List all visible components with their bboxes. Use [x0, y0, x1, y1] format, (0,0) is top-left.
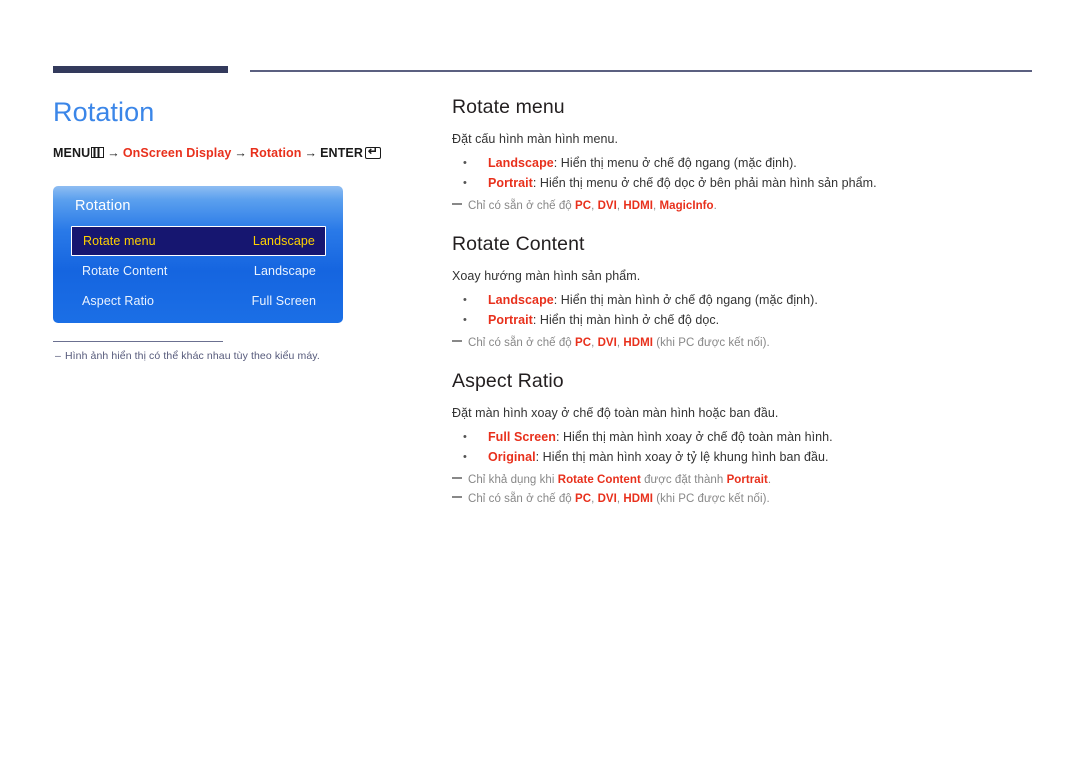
note-lead: Chỉ có sẵn ở chế độ — [468, 200, 575, 212]
section-intro: Xoay hướng màn hình sản phẩm. — [452, 269, 641, 283]
note-term: HDMI — [623, 200, 653, 212]
note-term: DVI — [597, 337, 617, 349]
breadcrumb-menu-label: MENU — [53, 146, 91, 160]
option-term: Landscape — [488, 293, 554, 307]
osd-menu-screenshot: Rotation Rotate menu Landscape Rotate Co… — [53, 186, 343, 323]
option-desc: : Hiển thị màn hình ở chế độ ngang (mặc … — [553, 293, 818, 307]
osd-row-rotate-content[interactable]: Rotate Content Landscape — [71, 256, 326, 286]
header-accent-bar — [53, 66, 228, 73]
section-intro: Đặt màn hình xoay ở chế độ toàn màn hình… — [452, 406, 779, 420]
breadcrumb-step-rotation: Rotation — [250, 146, 302, 160]
left-footnote: – Hình ảnh hiển thị có thể khác nhau tùy … — [55, 350, 385, 362]
note-term: HDMI — [623, 493, 653, 505]
section-aspect-ratio: Aspect Ratio Đặt màn hình xoay ở chế độ … — [452, 370, 1052, 509]
option-list: Full Screen: Hiển thị màn hình xoay ở ch… — [452, 427, 1052, 467]
option-list: Landscape: Hiển thị màn hình ở chế độ ng… — [452, 290, 1052, 330]
note-term: Rotate Content — [557, 474, 641, 486]
note-tail: . — [713, 200, 717, 212]
menu-bars-icon — [91, 147, 105, 158]
enter-key-icon — [365, 144, 381, 159]
breadcrumb-arrow-3: → — [304, 146, 318, 160]
option-term: Portrait — [488, 176, 533, 190]
option-item: Original: Hiển thị màn hình xoay ở tỷ lệ… — [452, 447, 1052, 467]
note-lead: Chỉ khả dụng khi — [468, 474, 558, 486]
section-rotate-content: Rotate Content Xoay hướng màn hình sản p… — [452, 233, 1052, 353]
note-term: HDMI — [623, 337, 653, 349]
section-note: Chỉ có sẵn ở chế độ PC, DVI, HDMI, Magic… — [452, 197, 1052, 216]
page-title: Rotation — [53, 97, 155, 127]
right-column: Rotate menu Đặt cấu hình màn hình menu. … — [452, 96, 1052, 511]
breadcrumb-arrow-1: → — [107, 146, 120, 160]
note-mid: được đặt thành — [640, 474, 727, 486]
section-note: Chỉ có sẵn ở chế độ PC, DVI, HDMI (khi P… — [452, 334, 1052, 353]
footnote-dash: – — [55, 350, 61, 362]
section-intro: Đặt cấu hình màn hình menu. — [452, 132, 619, 146]
option-desc: : Hiển thị menu ở chế độ ngang (mặc định… — [553, 156, 797, 170]
section-note: Chỉ có sẵn ở chế độ PC, DVI, HDMI (khi P… — [452, 490, 1052, 509]
left-footnote-text: Hình ảnh hiển thị có thể khác nhau tùy t… — [64, 350, 320, 362]
osd-row-aspect-ratio[interactable]: Aspect Ratio Full Screen — [71, 286, 326, 316]
note-term: Portrait — [726, 474, 768, 486]
option-desc: : Hiển thị màn hình xoay ở chế độ toàn m… — [555, 430, 833, 444]
note-term: MagicInfo — [659, 200, 714, 212]
option-item: Full Screen: Hiển thị màn hình xoay ở ch… — [452, 427, 1052, 447]
breadcrumb-step-onscreen-display: OnScreen Display — [122, 146, 232, 160]
option-desc: : Hiển thị màn hình xoay ở tỷ lệ khung h… — [535, 450, 829, 464]
note-term: DVI — [597, 200, 617, 212]
osd-row-label: Rotate menu — [83, 234, 156, 248]
option-item: Portrait: Hiển thị màn hình ở chế độ dọc… — [452, 310, 1052, 330]
breadcrumb: MENU → OnScreen Display → Rotation → ENTER — [53, 144, 413, 160]
osd-row-value: Landscape — [252, 234, 315, 248]
note-lead: Chỉ có sẵn ở chế độ — [468, 493, 575, 505]
section-note: Chỉ khả dụng khi Rotate Content được đặt… — [452, 471, 1052, 490]
note-tail: . — [767, 474, 772, 486]
page-header-rules — [0, 0, 1080, 90]
section-heading: Rotate menu — [452, 96, 565, 118]
osd-title: Rotation — [75, 198, 131, 214]
note-term: PC — [575, 493, 592, 505]
note-tail: (khi PC được kết nối). — [653, 337, 770, 349]
note-term: PC — [575, 200, 592, 212]
section-heading: Aspect Ratio — [452, 370, 564, 392]
option-term: Full Screen — [488, 430, 556, 444]
left-footnote-rule — [53, 341, 223, 342]
option-item: Landscape: Hiển thị menu ở chế độ ngang … — [452, 153, 1052, 173]
option-term: Portrait — [488, 313, 533, 327]
osd-row-label: Rotate Content — [82, 264, 168, 278]
osd-row-value: Landscape — [253, 264, 316, 278]
option-desc: : Hiển thị màn hình ở chế độ dọc. — [532, 313, 720, 327]
breadcrumb-arrow-2: → — [234, 146, 248, 160]
note-tail: (khi PC được kết nối). — [653, 493, 770, 505]
option-item: Portrait: Hiển thị menu ở chế độ dọc ở b… — [452, 173, 1052, 193]
section-heading: Rotate Content — [452, 233, 585, 255]
option-list: Landscape: Hiển thị menu ở chế độ ngang … — [452, 153, 1052, 193]
option-term: Original — [488, 450, 536, 464]
note-term: DVI — [597, 493, 617, 505]
option-term: Landscape — [488, 156, 554, 170]
note-term: PC — [575, 337, 592, 349]
section-rotate-menu: Rotate menu Đặt cấu hình màn hình menu. … — [452, 96, 1052, 216]
note-lead: Chỉ có sẵn ở chế độ — [468, 337, 575, 349]
breadcrumb-enter-label: ENTER — [320, 146, 363, 160]
osd-row-rotate-menu[interactable]: Rotate menu Landscape — [71, 226, 326, 256]
option-desc: : Hiển thị menu ở chế độ dọc ở bên phải … — [532, 176, 877, 190]
osd-item-list: Rotate menu Landscape Rotate Content Lan… — [71, 226, 326, 316]
osd-row-label: Aspect Ratio — [82, 294, 155, 308]
left-column: Rotation MENU → OnScreen Display → Rotation →… — [53, 95, 413, 160]
option-item: Landscape: Hiển thị màn hình ở chế độ ng… — [452, 290, 1052, 310]
header-divider-line — [250, 70, 1032, 72]
osd-row-value: Full Screen — [251, 294, 316, 308]
